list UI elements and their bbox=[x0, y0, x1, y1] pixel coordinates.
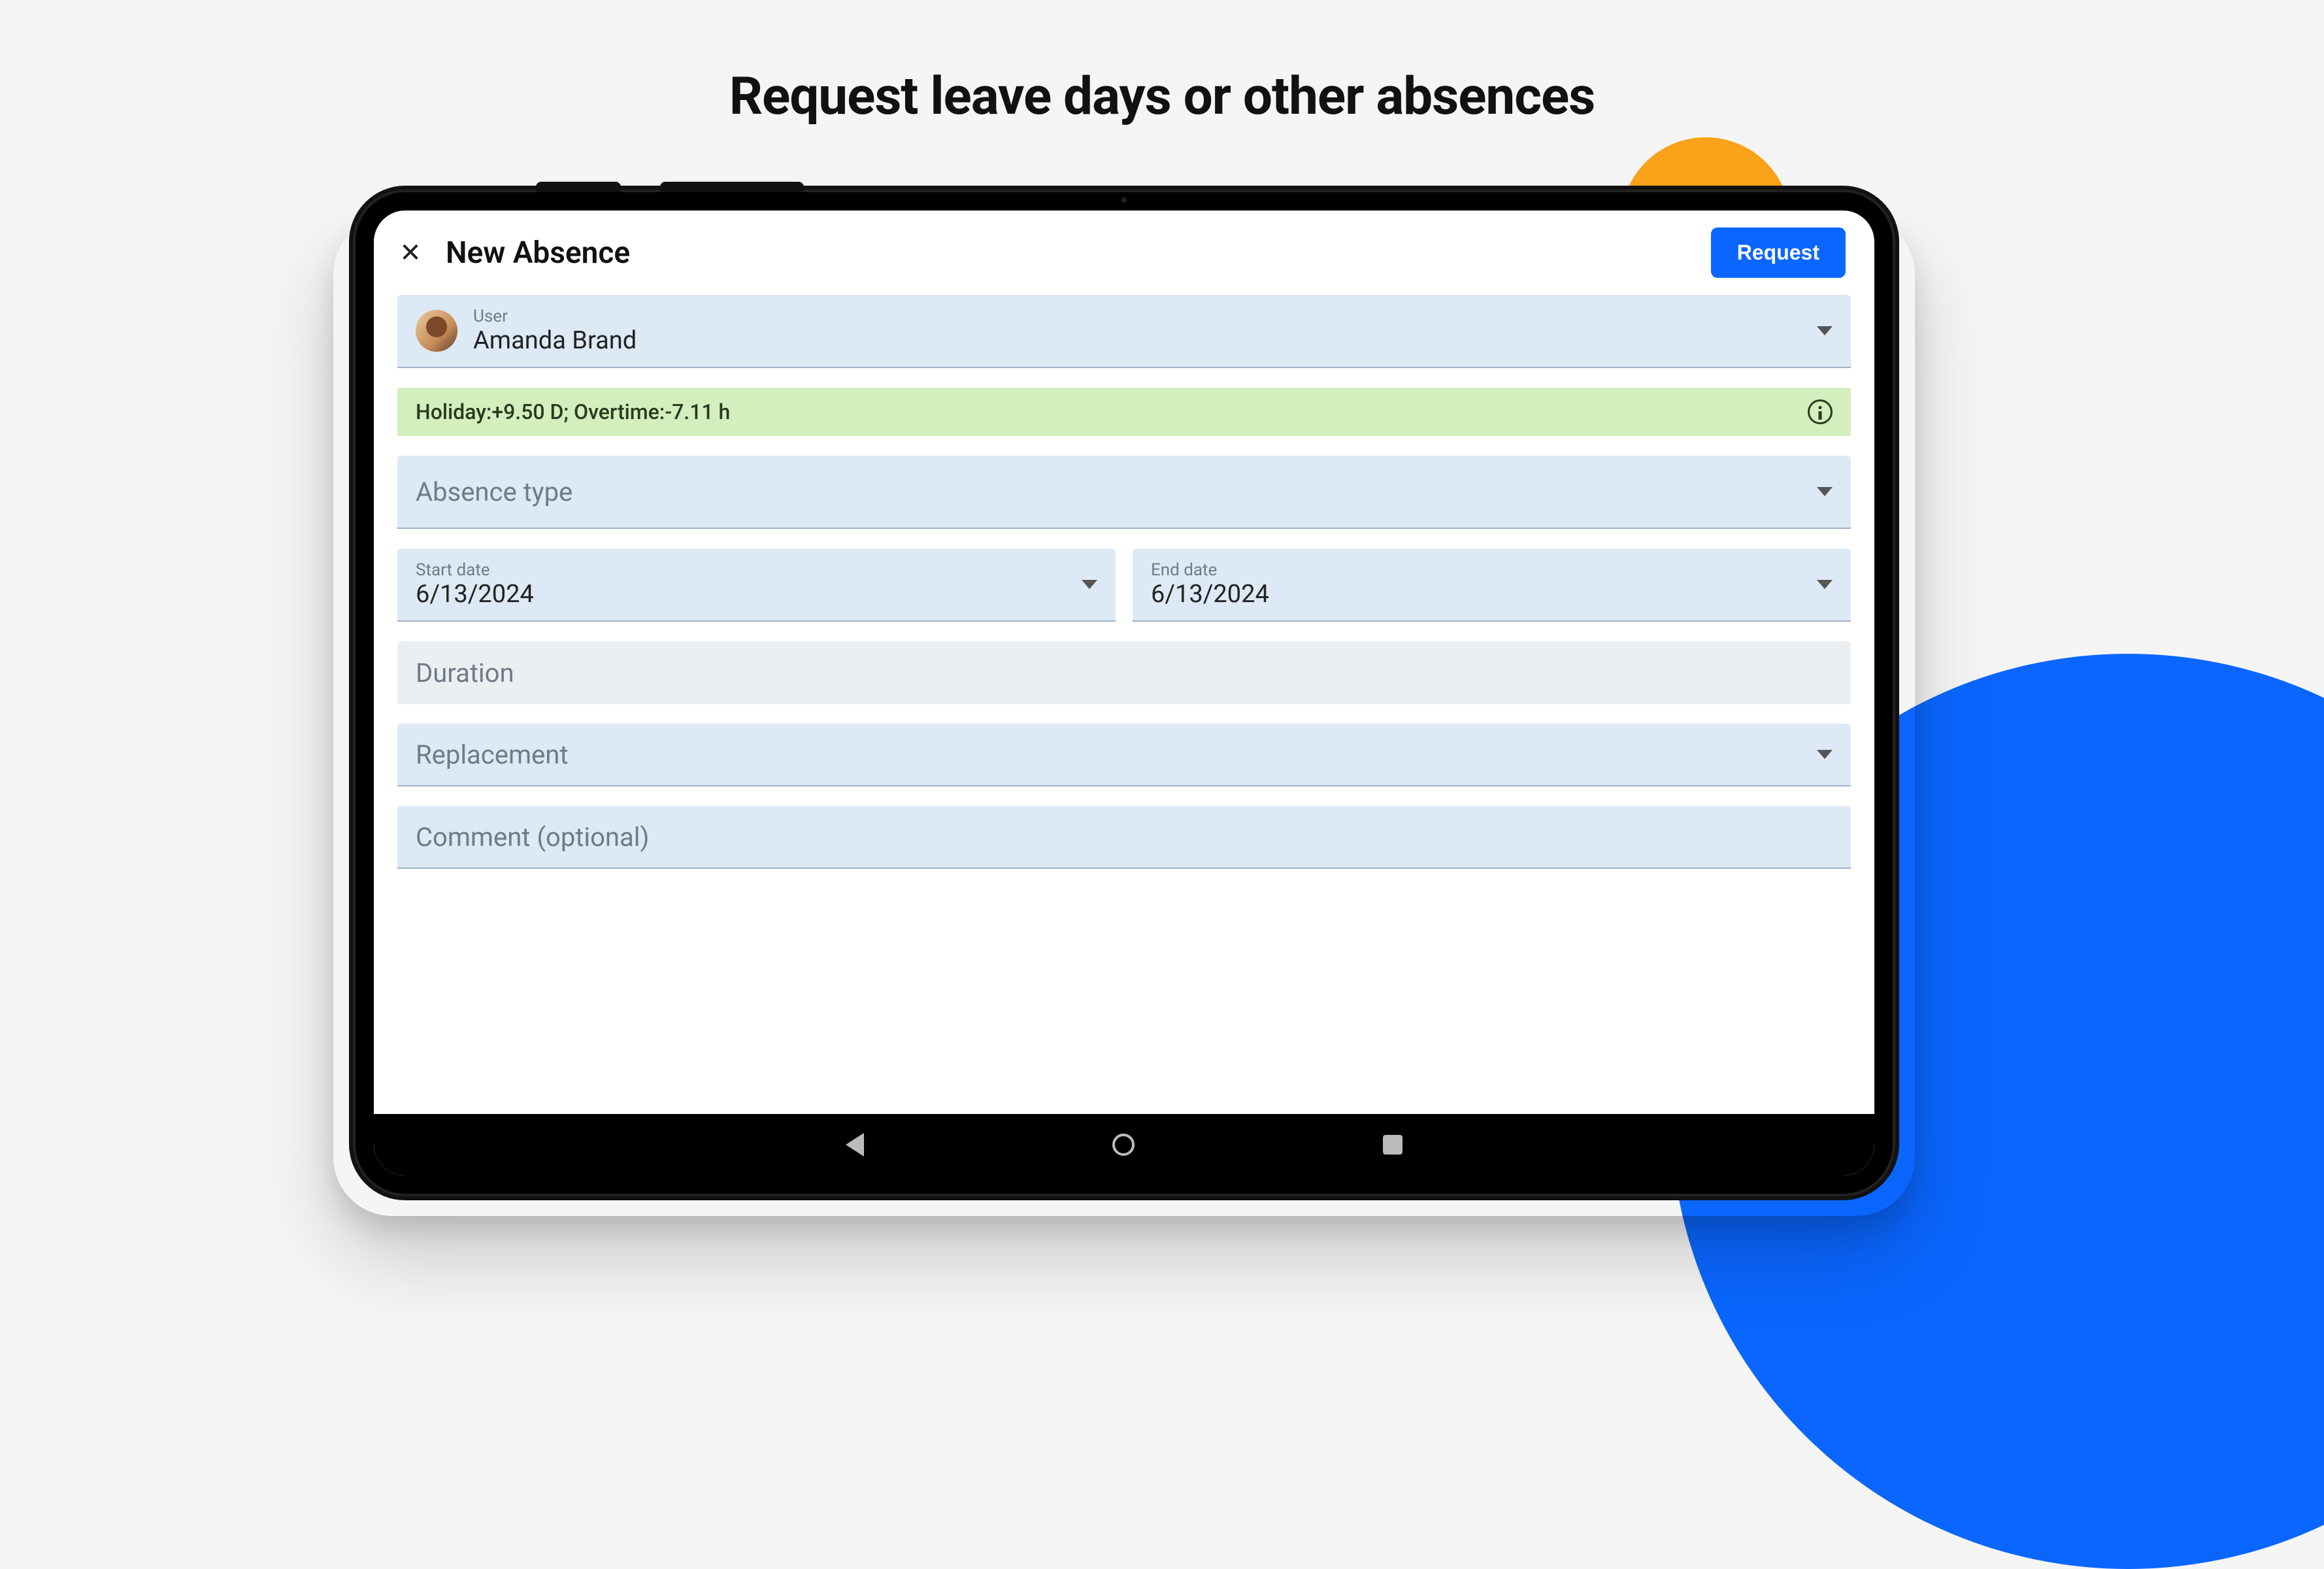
app-header: ✕ New Absence Request bbox=[374, 211, 1874, 295]
page-title: New Absence bbox=[446, 235, 1689, 271]
tablet-frame: ✕ New Absence Request User Amanda Brand … bbox=[353, 190, 1895, 1196]
end-date-label: End date bbox=[1151, 560, 1801, 580]
balance-text: Holiday:+9.50 D; Overtime:-7.11 h bbox=[416, 399, 1795, 424]
chevron-down-icon bbox=[1817, 487, 1833, 496]
screen: ✕ New Absence Request User Amanda Brand … bbox=[374, 211, 1874, 1175]
absence-type-select[interactable]: Absence type bbox=[397, 456, 1851, 529]
absence-form: User Amanda Brand Holiday:+9.50 D; Overt… bbox=[374, 295, 1874, 1114]
absence-type-placeholder: Absence type bbox=[416, 477, 1801, 507]
chevron-down-icon bbox=[1082, 580, 1097, 589]
chevron-down-icon bbox=[1817, 580, 1833, 589]
comment-field[interactable]: Comment (optional) bbox=[397, 806, 1851, 869]
start-date-label: Start date bbox=[416, 560, 1066, 580]
request-button[interactable]: Request bbox=[1711, 228, 1846, 278]
user-field-label: User bbox=[473, 307, 1801, 326]
start-date-value: 6/13/2024 bbox=[416, 580, 1066, 609]
user-select[interactable]: User Amanda Brand bbox=[397, 295, 1851, 368]
chevron-down-icon bbox=[1817, 326, 1833, 335]
comment-placeholder: Comment (optional) bbox=[416, 822, 1833, 852]
nav-recents-icon[interactable] bbox=[1383, 1135, 1403, 1155]
info-icon[interactable] bbox=[1808, 399, 1833, 424]
nav-back-icon[interactable] bbox=[846, 1133, 864, 1156]
android-navbar bbox=[374, 1114, 1874, 1175]
duration-field: Duration bbox=[397, 641, 1851, 704]
tablet-hw-button bbox=[660, 182, 804, 192]
end-date-value: 6/13/2024 bbox=[1151, 580, 1801, 609]
chevron-down-icon bbox=[1817, 750, 1833, 759]
start-date-select[interactable]: Start date 6/13/2024 bbox=[397, 548, 1116, 622]
nav-home-icon[interactable] bbox=[1112, 1134, 1135, 1156]
close-icon[interactable]: ✕ bbox=[397, 240, 423, 266]
balance-banner: Holiday:+9.50 D; Overtime:-7.11 h bbox=[397, 388, 1851, 436]
avatar bbox=[416, 310, 457, 352]
end-date-select[interactable]: End date 6/13/2024 bbox=[1133, 548, 1851, 622]
duration-placeholder: Duration bbox=[416, 658, 1833, 688]
replacement-select[interactable]: Replacement bbox=[397, 724, 1851, 786]
page-headline: Request leave days or other absences bbox=[0, 65, 2324, 127]
tablet-hw-button bbox=[536, 182, 621, 192]
replacement-placeholder: Replacement bbox=[416, 739, 1801, 770]
user-field-value: Amanda Brand bbox=[473, 326, 1801, 355]
